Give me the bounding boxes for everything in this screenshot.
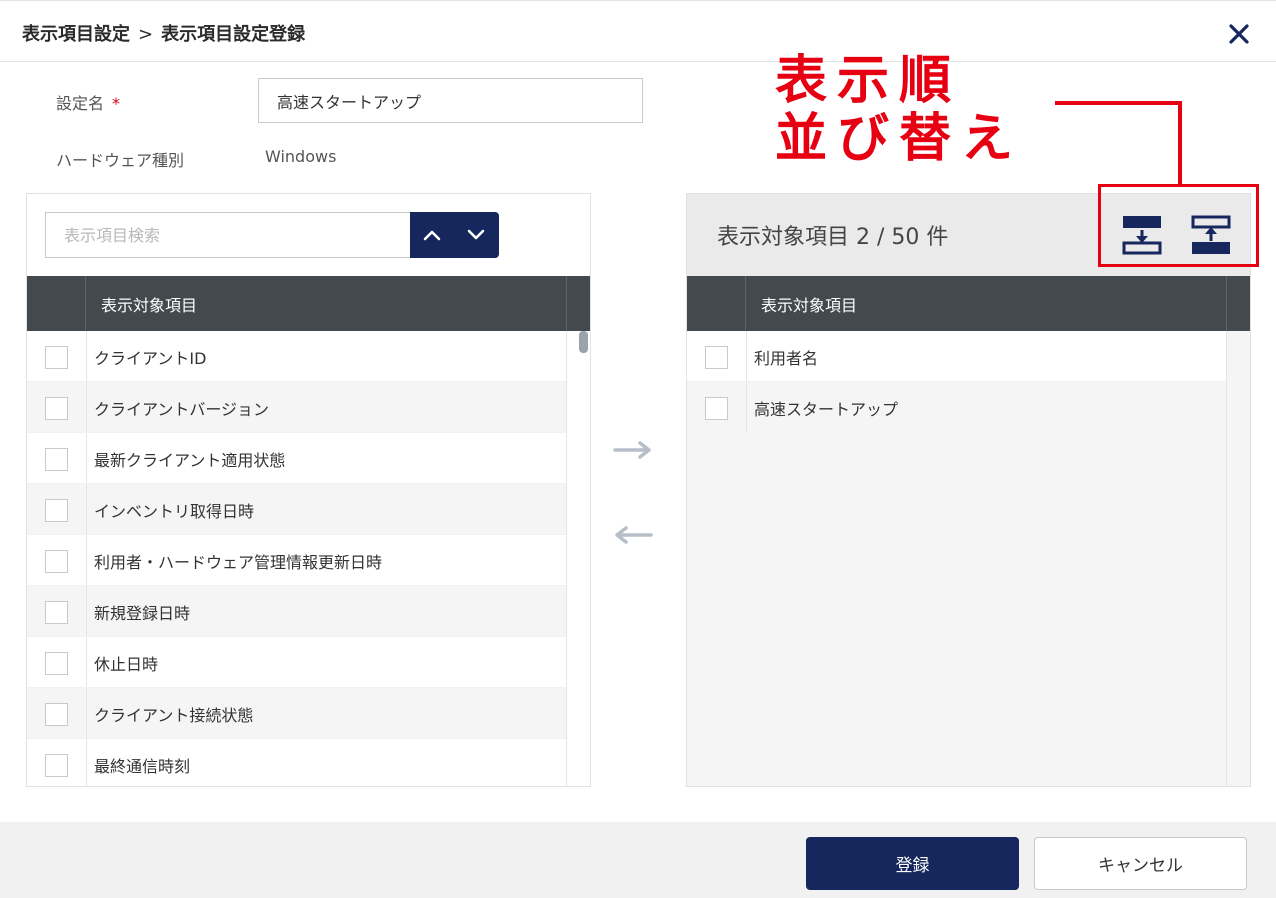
required-mark: * bbox=[112, 94, 121, 113]
setting-name-input[interactable] bbox=[258, 78, 643, 123]
close-icon[interactable] bbox=[1228, 23, 1250, 45]
breadcrumb-separator: > bbox=[138, 24, 154, 45]
header-checkbox-column bbox=[27, 276, 86, 331]
item-label: インベントリ取得日時 bbox=[94, 502, 255, 521]
column-header-label: 表示対象項目 bbox=[101, 296, 198, 315]
item-checkbox[interactable] bbox=[45, 346, 68, 369]
list-item[interactable]: 利用者・ハードウェア管理情報更新日時 bbox=[27, 535, 566, 586]
cancel-button[interactable]: キャンセル bbox=[1034, 837, 1247, 890]
dialog-header: 表示項目設定 > 表示項目設定登録 bbox=[0, 0, 1276, 62]
available-items-header: 表示対象項目 bbox=[27, 276, 590, 331]
item-label: 新規登録日時 bbox=[94, 604, 191, 623]
annotation-highlight-box bbox=[1098, 184, 1259, 267]
list-item[interactable]: クライアントバージョン bbox=[27, 382, 566, 433]
item-checkbox[interactable] bbox=[45, 754, 68, 777]
list-item[interactable]: 休止日時 bbox=[27, 637, 566, 688]
breadcrumb-parent[interactable]: 表示項目設定 bbox=[22, 24, 130, 45]
item-checkbox[interactable] bbox=[705, 346, 728, 369]
breadcrumb-current: 表示項目設定登録 bbox=[161, 24, 306, 45]
list-item[interactable]: インベントリ取得日時 bbox=[27, 484, 566, 535]
dialog-footer: 登録 キャンセル bbox=[0, 822, 1276, 898]
sort-order-annotation: 表示順 並び替え bbox=[775, 52, 1023, 168]
item-label: 利用者名 bbox=[754, 349, 819, 368]
hardware-type-value: Windows bbox=[265, 147, 337, 166]
scrollbar-thumb[interactable] bbox=[579, 331, 588, 353]
item-label: 最新クライアント適用状態 bbox=[94, 451, 286, 470]
arrow-right-icon[interactable] bbox=[612, 438, 654, 462]
list-scrollbar[interactable] bbox=[566, 331, 590, 786]
hardware-type-label: ハードウェア種別 bbox=[56, 151, 185, 170]
list-item[interactable]: 最新クライアント適用状態 bbox=[27, 433, 566, 484]
setting-name-label: 設定名 * bbox=[56, 94, 121, 113]
list-scrollbar[interactable] bbox=[1226, 331, 1250, 786]
selected-items-header: 表示対象項目 bbox=[687, 276, 1250, 331]
annotation-line-2: 並び替え bbox=[775, 109, 1024, 169]
annotation-connector bbox=[1178, 101, 1182, 185]
search-nav bbox=[410, 212, 499, 258]
header-checkbox-column bbox=[687, 276, 746, 331]
breadcrumb: 表示項目設定 > 表示項目設定登録 bbox=[22, 20, 305, 46]
arrow-left-icon[interactable] bbox=[612, 523, 654, 547]
list-item[interactable]: 利用者名 bbox=[687, 331, 1226, 382]
item-checkbox[interactable] bbox=[45, 499, 68, 522]
selected-items-panel: 表示対象項目 2 / 50 件 表示対象項目 利用者名 高速スタートアップ bbox=[686, 193, 1251, 787]
register-button[interactable]: 登録 bbox=[806, 837, 1019, 890]
item-checkbox[interactable] bbox=[45, 652, 68, 675]
list-item[interactable]: 最終通信時刻 bbox=[27, 739, 566, 786]
list-item[interactable]: クライアント接続状態 bbox=[27, 688, 566, 739]
chevron-down-icon[interactable] bbox=[454, 212, 498, 258]
item-checkbox[interactable] bbox=[45, 397, 68, 420]
list-item[interactable]: 高速スタートアップ bbox=[687, 382, 1226, 433]
header-scrollbar-column bbox=[566, 276, 590, 331]
item-checkbox[interactable] bbox=[705, 397, 728, 420]
item-label: 休止日時 bbox=[94, 655, 159, 674]
item-label: 高速スタートアップ bbox=[754, 400, 899, 419]
item-checkbox[interactable] bbox=[45, 703, 68, 726]
item-label: 利用者・ハードウェア管理情報更新日時 bbox=[94, 553, 383, 572]
item-label: クライアントバージョン bbox=[94, 400, 270, 419]
selected-items-count: 表示対象項目 2 / 50 件 bbox=[717, 225, 949, 250]
header-scrollbar-column bbox=[1226, 276, 1250, 331]
annotation-connector bbox=[1055, 101, 1182, 105]
item-search-input[interactable] bbox=[45, 212, 411, 258]
column-header-label: 表示対象項目 bbox=[761, 296, 858, 315]
item-label: 最終通信時刻 bbox=[94, 757, 191, 776]
selected-items-list: 利用者名 高速スタートアップ bbox=[687, 331, 1226, 433]
chevron-up-icon[interactable] bbox=[410, 212, 454, 258]
item-checkbox[interactable] bbox=[45, 550, 68, 573]
list-item[interactable]: 新規登録日時 bbox=[27, 586, 566, 637]
available-items-list: クライアントID クライアントバージョン 最新クライアント適用状態 インベントリ… bbox=[27, 331, 566, 786]
item-label: クライアント接続状態 bbox=[94, 706, 254, 725]
annotation-line-1: 表示順 bbox=[775, 51, 962, 111]
item-label: クライアントID bbox=[94, 349, 207, 368]
dialog: 表示項目設定 > 表示項目設定登録 設定名* ハードウェア種別 Windows 表示… bbox=[0, 0, 1276, 898]
list-item[interactable]: クライアントID bbox=[27, 331, 566, 382]
item-checkbox[interactable] bbox=[45, 601, 68, 624]
available-items-panel: 表示対象項目 クライアントID クライアントバージョン 最新クライアント適用状態… bbox=[26, 193, 591, 787]
item-checkbox[interactable] bbox=[45, 448, 68, 471]
